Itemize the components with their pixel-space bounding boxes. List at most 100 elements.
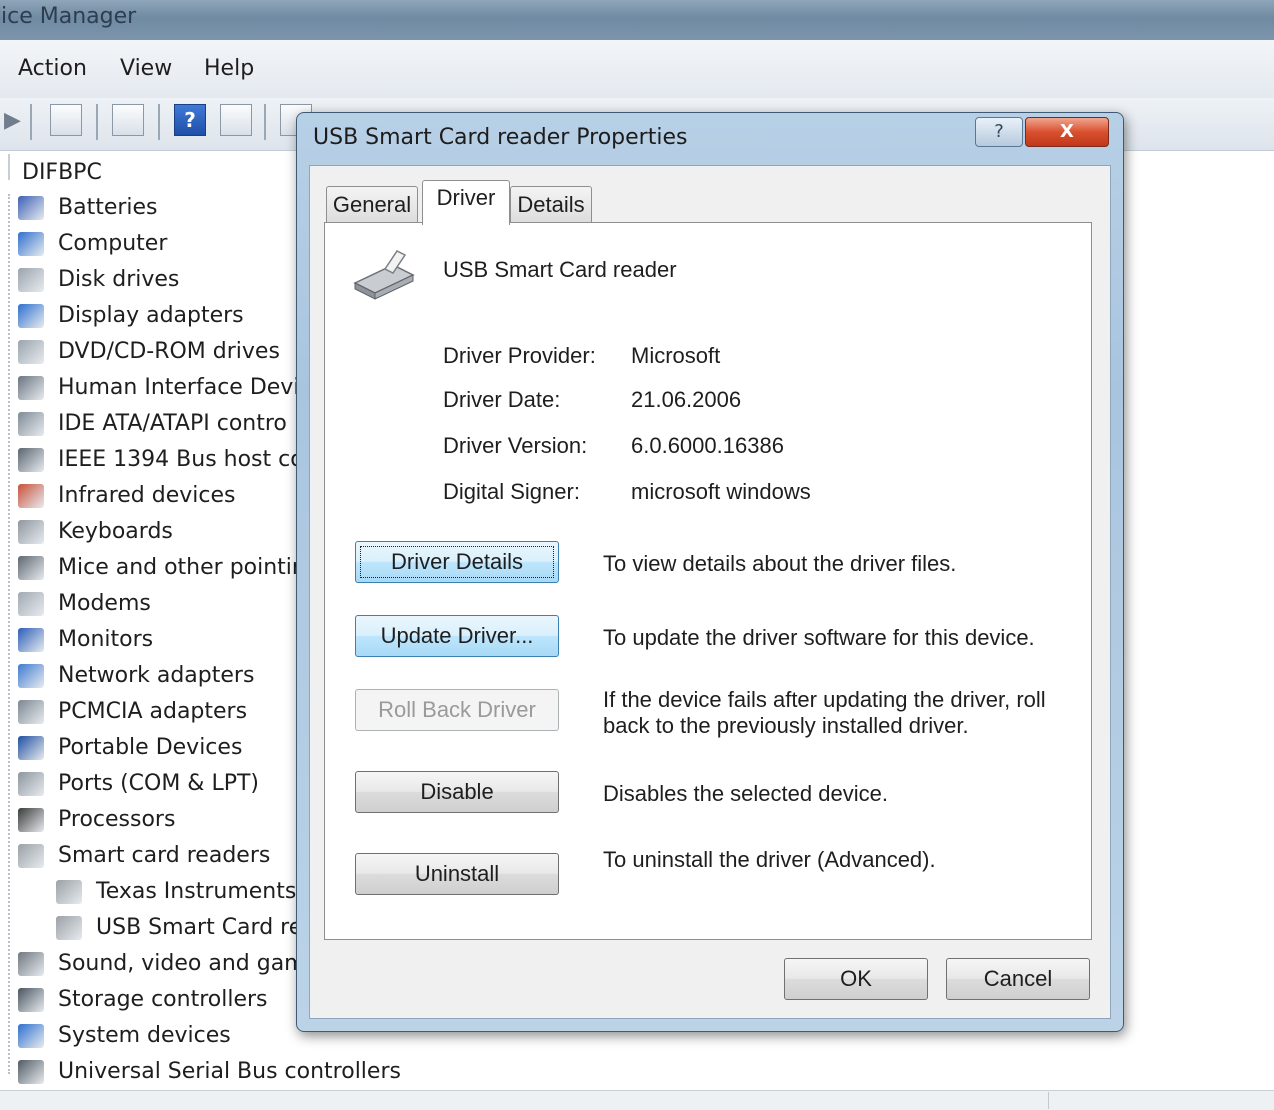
portable-device-icon [18,736,44,760]
firewire-icon [18,448,44,472]
tree-item-label: Display adapters [58,303,244,328]
computer-icon [18,232,44,256]
tree-root-computer[interactable]: DIFBPC [22,160,102,185]
toolbar-separator [96,104,98,140]
driver-date-label: Driver Date: [443,387,561,412]
uninstall-description: To uninstall the driver (Advanced). [603,847,936,872]
speaker-icon [18,952,44,976]
tab-driver[interactable]: Driver [422,180,510,225]
smart-card-reader-icon [56,880,82,904]
driver-details-button[interactable]: Driver Details [355,541,559,583]
dialog-title: USB Smart Card reader Properties [313,125,688,150]
menu-view[interactable]: View [120,56,172,81]
digital-signer-label: Digital Signer: [443,479,580,504]
properties-dialog: USB Smart Card reader Properties ? X Gen… [296,112,1124,1032]
tab-details[interactable]: Details [510,186,592,223]
tab-general[interactable]: General [326,186,418,223]
driver-details-description: To view details about the driver files. [603,551,957,576]
tree-item-label: PCMCIA adapters [58,699,248,724]
roll-back-driver-label: Roll Back Driver [378,697,536,722]
tree-item-label: Network adapters [58,663,255,688]
close-button[interactable]: X [1025,117,1109,147]
menu-action[interactable]: Action [18,56,87,81]
keyboard-icon [18,520,44,544]
tree-item-label: Mice and other pointir [58,555,301,580]
status-bar-separator [1048,1092,1049,1109]
storage-controller-icon [18,988,44,1012]
tree-connector [8,194,10,1074]
digital-signer-value: microsoft windows [631,479,811,504]
tree-item-label: Smart card readers [58,843,271,868]
tree-item-label: Computer [58,231,168,256]
driver-provider-label: Driver Provider: [443,343,596,368]
cancel-button[interactable]: Cancel [946,958,1090,1000]
uninstall-label: Uninstall [414,861,500,886]
toolbar-separator [30,104,32,140]
status-bar [0,1090,1274,1110]
modem-icon [18,592,44,616]
driver-version-value: 6.0.6000.16386 [631,433,784,458]
tree-item-label: Universal Serial Bus controllers [58,1059,401,1084]
network-adapter-icon [18,664,44,688]
forward-arrow-icon[interactable]: ▶ [4,108,21,133]
ide-controller-icon [18,412,44,436]
tree-item-label: Portable Devices [58,735,243,760]
device-name: USB Smart Card reader [443,257,677,282]
infrared-icon [18,484,44,508]
disable-button[interactable]: Disable [355,771,559,813]
monitor-icon [18,628,44,652]
usb-icon [18,1060,44,1084]
toolbar-separator [158,104,160,140]
smart-card-reader-icon [56,916,82,940]
display-adapter-icon [18,304,44,328]
system-device-icon [18,1024,44,1048]
roll-back-driver-button[interactable]: Roll Back Driver [355,689,559,731]
tree-item-label: USB Smart Card rea [96,915,316,940]
show-hide-console-tree-icon[interactable] [50,104,82,136]
tree-item-label: Batteries [58,195,158,220]
mouse-icon [18,556,44,580]
driver-version-label: Driver Version: [443,433,588,458]
smart-card-reader-icon [353,250,415,300]
battery-icon [18,196,44,220]
tree-item-label: IDE ATA/ATAPI contro [58,411,287,436]
tree-item-label: Sound, video and gam [58,951,306,976]
menu-bar: Action View Help [0,40,1274,98]
tree-item-label: Infrared devices [58,483,236,508]
dialog-body: General Driver Details USB Smart Card re… [309,165,1111,1019]
ports-icon [18,772,44,796]
menu-help[interactable]: Help [204,56,254,81]
tree-item-label: Ports (COM & LPT) [58,771,259,796]
properties-icon[interactable] [112,104,144,136]
uninstall-button[interactable]: Uninstall [355,853,559,895]
help-icon[interactable]: ? [174,104,206,136]
tree-item-label: Modems [58,591,151,616]
driver-tab-panel: USB Smart Card reader Driver Provider: M… [324,222,1092,940]
toolbar-separator [264,104,266,140]
driver-provider-value: Microsoft [631,343,721,368]
focus-ring [360,546,554,578]
action-pane-icon[interactable] [220,104,252,136]
disable-label: Disable [420,779,494,804]
device-manager-titlebar[interactable]: vice Manager [0,0,1274,40]
tree-line [8,154,10,180]
tree-item-label: Human Interface Devic [58,375,312,400]
ok-button[interactable]: OK [784,958,928,1000]
update-driver-button[interactable]: Update Driver... [355,615,559,657]
processor-icon [18,808,44,832]
update-driver-label: Update Driver... [380,623,534,648]
tree-item-label: DVD/CD-ROM drives [58,339,280,364]
disable-description: Disables the selected device. [603,781,888,806]
driver-date-value: 21.06.2006 [631,387,742,412]
update-driver-description: To update the driver software for this d… [603,625,1035,650]
smart-card-reader-icon [18,844,44,868]
dvd-drive-icon [18,340,44,364]
tree-item-label: Monitors [58,627,154,652]
tree-item-label: System devices [58,1023,231,1048]
tree-item-label: Storage controllers [58,987,268,1012]
tree-item-label: Keyboards [58,519,173,544]
window-title: vice Manager [0,4,137,29]
help-button[interactable]: ? [975,117,1023,147]
pcmcia-icon [18,700,44,724]
tree-item-label: Texas Instruments [96,879,297,904]
